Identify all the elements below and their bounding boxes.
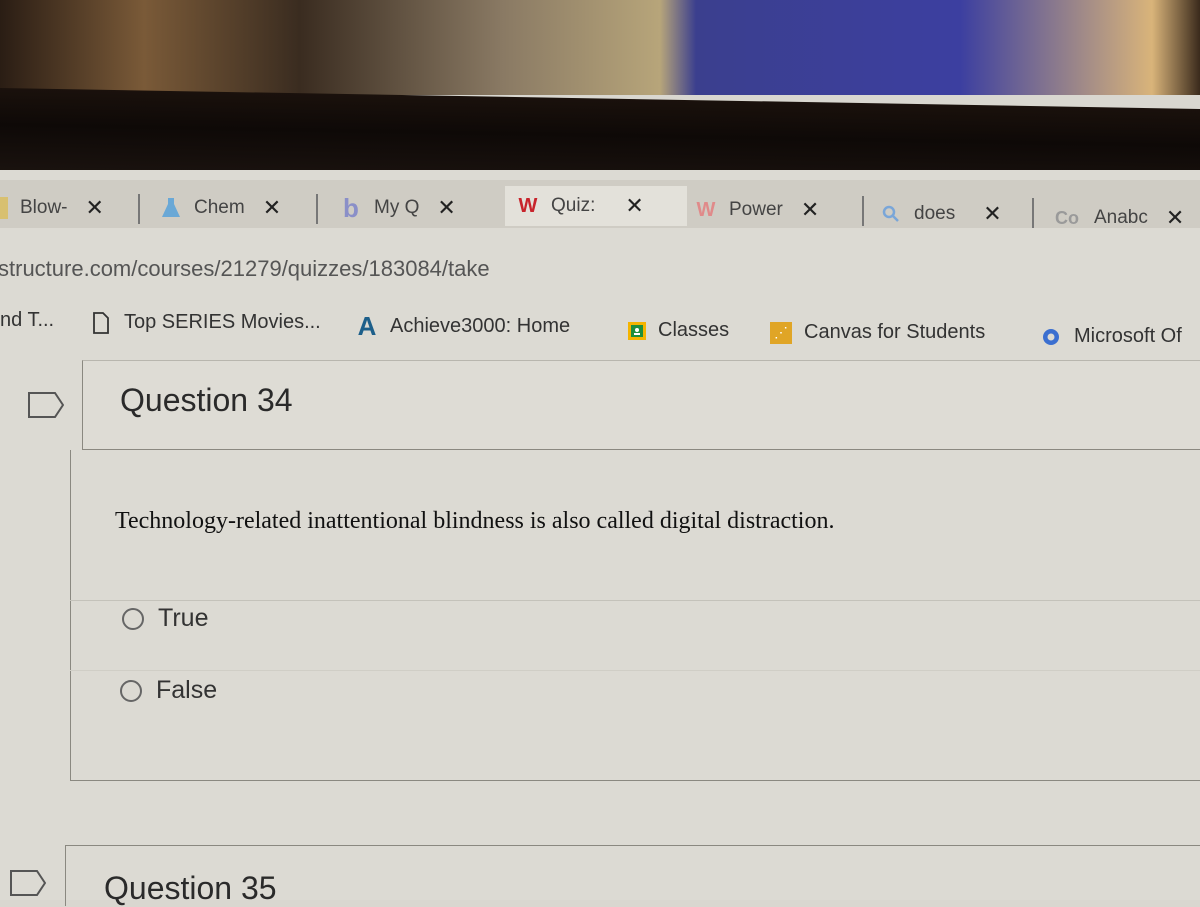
bookmark-label: Top SERIES Movies...: [124, 311, 321, 333]
bookmark-microsoft-office[interactable]: Microsoft Of: [1040, 325, 1182, 348]
bartleby-icon: b: [343, 192, 359, 223]
tab-bar: Blow- ✕ Chem ✕ b My Q ✕ W Quiz: ✕ W Powe…: [0, 180, 1200, 230]
tab-quiz[interactable]: W Quiz: ✕: [505, 186, 687, 226]
w-logo-icon: W: [696, 198, 716, 221]
microsoft-office-icon: [1040, 326, 1062, 348]
tab-label: does: [914, 203, 956, 224]
classroom-icon: [628, 321, 646, 340]
radio-button[interactable]: [122, 607, 144, 630]
question-34-body: [70, 450, 1200, 781]
close-icon[interactable]: ✕: [625, 193, 643, 219]
bookmark-top-series-movies[interactable]: Top SERIES Movies...: [90, 311, 321, 334]
tab-anabolic[interactable]: Co Anabc ✕: [1052, 198, 1184, 238]
close-icon[interactable]: ✕: [983, 201, 1001, 227]
w-logo-icon: W: [518, 194, 538, 217]
bookmark-label: Classes: [658, 319, 730, 341]
photo-background: [0, 0, 1200, 95]
document-icon: [90, 311, 112, 334]
bookmark-label: Microsoft Of: [1074, 325, 1182, 347]
bookmark-label: nd T...: [0, 309, 55, 331]
bookmark-classes[interactable]: Classes: [628, 319, 729, 342]
url-text[interactable]: structure.com/courses/21279/quizzes/1830…: [0, 256, 490, 282]
bookmark-canvas-for-students[interactable]: ⋰ Canvas for Students: [770, 321, 985, 344]
tab-chem[interactable]: Chem ✕: [160, 188, 281, 228]
bookmarks-bar: nd T... Top SERIES Movies... A Achieve30…: [0, 305, 1200, 349]
flag-question-icon[interactable]: [10, 870, 46, 896]
bookmark-achieve3000[interactable]: A Achieve3000: Home: [356, 311, 571, 341]
tab-label: Power: [729, 199, 783, 220]
page-icon: [0, 197, 8, 219]
answer-label: True: [158, 604, 209, 632]
answer-true[interactable]: True: [122, 604, 208, 633]
close-icon[interactable]: ✕: [86, 195, 104, 221]
search-icon: [880, 203, 902, 225]
tab-label: My Q: [374, 197, 420, 218]
flag-question-icon[interactable]: [28, 392, 64, 418]
tab-separator: [1032, 198, 1034, 228]
course-hero-icon: Co: [1055, 207, 1079, 228]
flask-icon: [160, 197, 182, 219]
answer-false[interactable]: False: [120, 676, 217, 705]
close-icon[interactable]: ✕: [263, 195, 281, 221]
bookmark-label: Achieve3000: Home: [390, 315, 571, 337]
radio-button[interactable]: [120, 679, 142, 702]
tab-label: Quiz:: [551, 195, 596, 216]
tab-separator: [138, 194, 140, 224]
bookmark-nd[interactable]: nd T...: [0, 309, 54, 332]
browser-window: Blow- ✕ Chem ✕ b My Q ✕ W Quiz: ✕ W Powe…: [0, 170, 1200, 906]
tab-label: Blow-: [20, 197, 68, 218]
address-bar[interactable]: structure.com/courses/21279/quizzes/1830…: [0, 248, 1200, 292]
tab-label: Anabc: [1094, 207, 1148, 228]
tab-label: Chem: [194, 197, 245, 218]
tab-blow[interactable]: Blow- ✕: [0, 188, 104, 228]
answers-divider: [70, 600, 1200, 601]
tab-power[interactable]: W Power ✕: [695, 190, 820, 230]
tab-my-questions[interactable]: b My Q ✕: [340, 188, 456, 228]
question-35-title: Question 35: [104, 870, 277, 906]
close-icon[interactable]: ✕: [1166, 205, 1184, 231]
question-34-text: Technology-related inattentional blindne…: [115, 508, 835, 534]
achieve-icon: A: [357, 311, 377, 341]
question-34-title: Question 34: [120, 382, 293, 418]
tab-search-does[interactable]: does ✕: [880, 194, 1002, 234]
close-icon[interactable]: ✕: [437, 195, 455, 221]
answer-label: False: [156, 676, 218, 704]
close-icon[interactable]: ✕: [801, 197, 819, 223]
bookmark-label: Canvas for Students: [804, 321, 986, 343]
answer-divider: [70, 670, 1200, 671]
tab-separator: [316, 194, 318, 224]
canvas-icon: ⋰: [770, 321, 792, 344]
tab-separator: [862, 196, 864, 226]
